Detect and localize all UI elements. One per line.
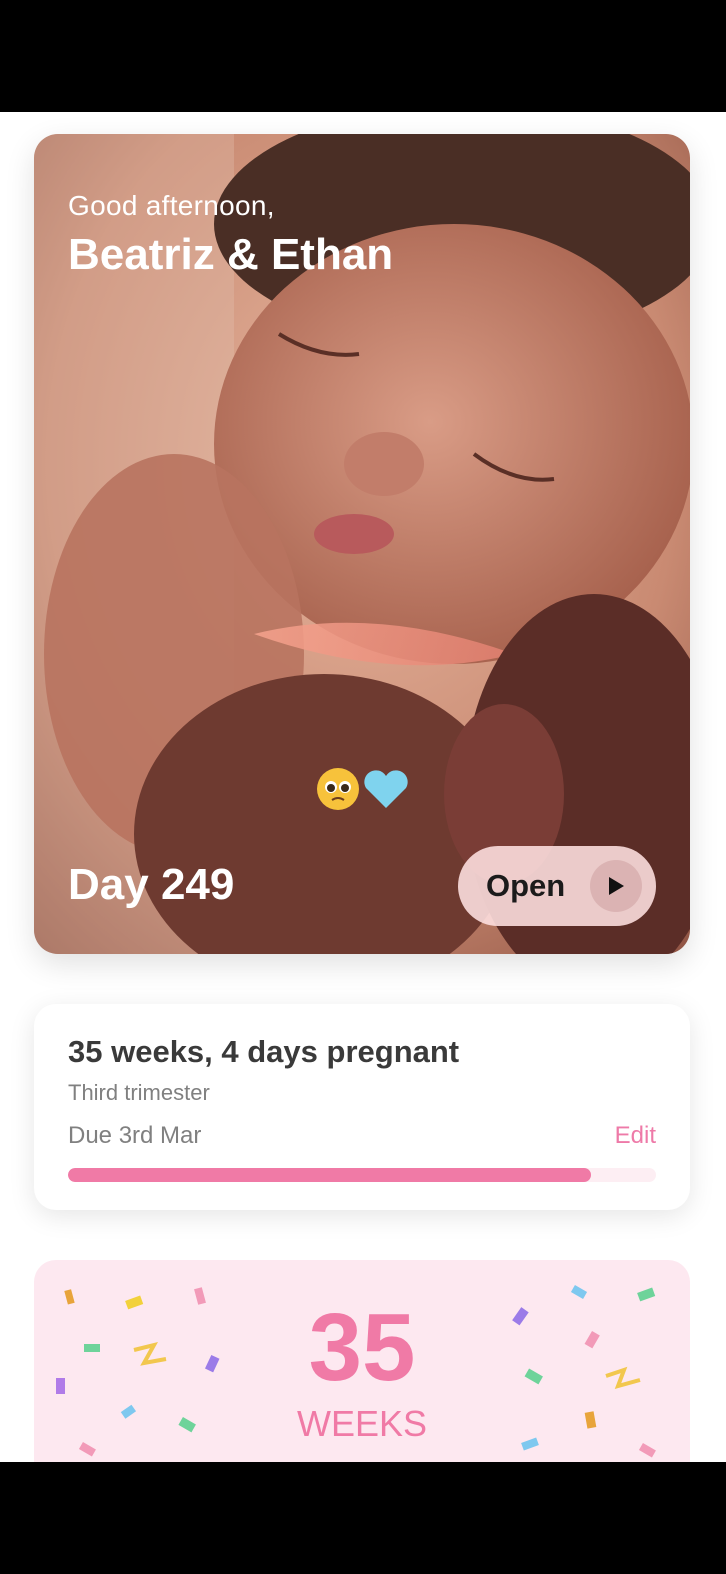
due-date: Due 3rd Mar — [68, 1122, 202, 1149]
progress-fill — [68, 1168, 592, 1182]
pregnancy-progress-card: 35 weeks, 4 days pregnant Third trimeste… — [34, 1004, 690, 1210]
pregnancy-progress-bar — [68, 1168, 656, 1182]
day-counter: Day 249 — [68, 860, 235, 909]
weeks-pregnant-text: 35 weeks, 4 days pregnant — [68, 1034, 460, 1069]
play-icon — [590, 860, 642, 912]
light-blue-heart-emoji — [364, 770, 408, 808]
milestone-weeks-label: WEEKS — [296, 1403, 428, 1444]
milestone-card[interactable]: 35 WEEKS — [34, 1260, 690, 1462]
trimester-label: Third trimester — [68, 1080, 210, 1105]
edit-button[interactable]: Edit — [615, 1122, 656, 1150]
open-button[interactable]: Open — [458, 846, 656, 926]
milestone-weeks-number: 35 — [308, 1294, 416, 1401]
parent-names: Beatriz & Ethan — [68, 230, 394, 279]
pleading-face-emoji — [317, 768, 359, 810]
open-button-label: Open — [486, 868, 566, 903]
reaction-emoji — [317, 768, 408, 810]
daily-baby-card[interactable]: Good afternoon, Beatriz & Ethan Day 249 … — [34, 134, 690, 954]
greeting-text: Good afternoon, — [68, 190, 275, 221]
home-screen: Good afternoon, Beatriz & Ethan Day 249 … — [0, 112, 726, 1462]
